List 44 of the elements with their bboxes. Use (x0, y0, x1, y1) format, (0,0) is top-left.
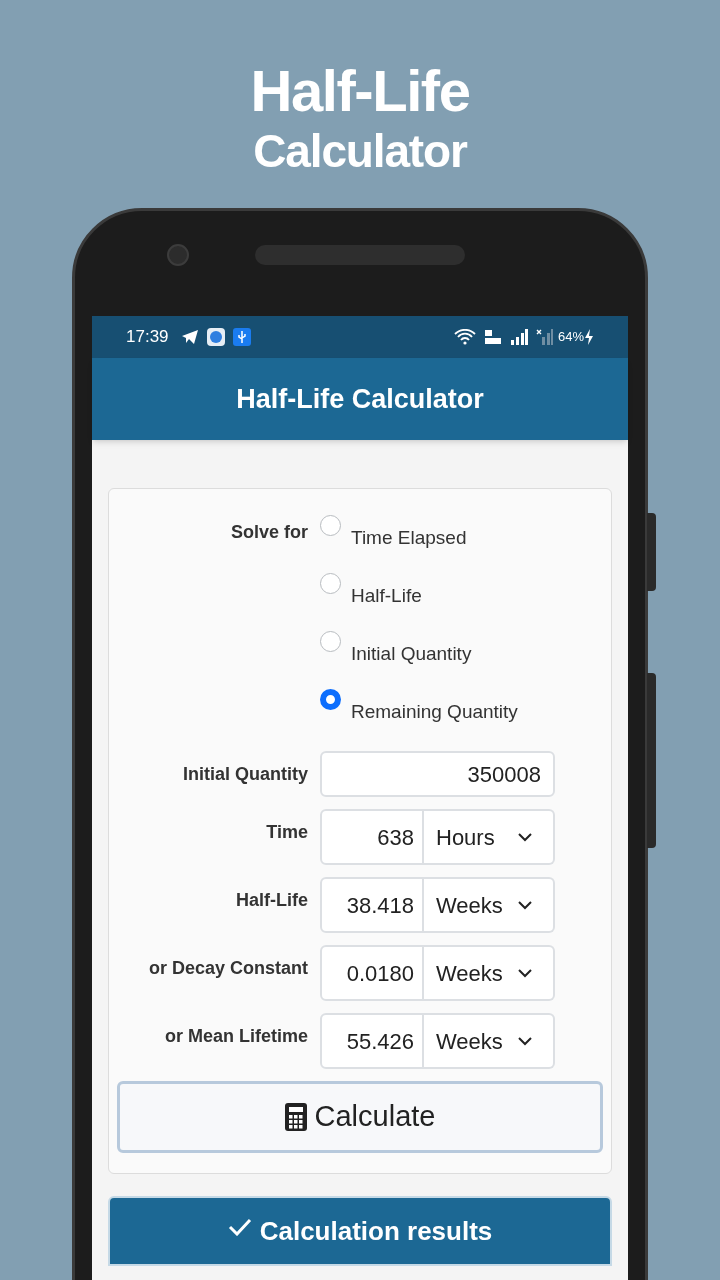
chevron-down-icon (517, 1036, 533, 1046)
paper-plane-icon (180, 329, 199, 345)
camera-icon (167, 244, 189, 266)
unit-dropdown[interactable]: Weeks (424, 877, 555, 933)
app-icon (206, 328, 225, 346)
field-label: or Mean Lifetime (164, 1026, 308, 1046)
field-label: Time (266, 822, 308, 842)
radio-button[interactable] (320, 515, 341, 536)
input-field[interactable]: 55.426 (320, 1013, 424, 1069)
input-field[interactable]: 350008 (320, 751, 555, 797)
unit-dropdown[interactable]: Weeks (424, 1013, 555, 1069)
calculator-icon (284, 1103, 307, 1131)
results-header[interactable]: Calculation results (108, 1196, 612, 1266)
signal-icon (509, 329, 528, 345)
promo-title: Half-Life (250, 58, 470, 124)
radio-button[interactable] (320, 631, 341, 652)
app-title: Half-Life Calculator (236, 382, 484, 416)
radio-button[interactable] (320, 573, 341, 594)
promo-subtitle: Calculator (253, 124, 467, 178)
field-label: Initial Quantity (183, 764, 308, 784)
check-icon (227, 1218, 252, 1236)
radio-label[interactable]: Remaining Quantity (351, 698, 518, 727)
input-field[interactable]: 638 (320, 809, 424, 865)
radio-label[interactable]: Half-Life (351, 582, 422, 611)
input-field[interactable]: 0.0180 (320, 945, 424, 1001)
field-label: Half-Life (236, 890, 308, 910)
radio-label[interactable]: Initial Quantity (351, 640, 472, 669)
radio-label[interactable]: Time Elapsed (351, 524, 467, 553)
calculate-button[interactable]: Calculate (117, 1081, 603, 1153)
charging-icon (584, 329, 594, 345)
unit-dropdown[interactable]: Weeks (424, 945, 555, 1001)
status-time: 17:39 (126, 326, 169, 349)
battery-percent: 64% (557, 328, 584, 347)
chevron-down-icon (517, 968, 533, 978)
unit-dropdown[interactable]: Hours (424, 809, 555, 865)
chevron-down-icon (517, 900, 533, 910)
input-field[interactable]: 38.418 (320, 877, 424, 933)
wifi-icon (453, 329, 476, 345)
field-label: or Decay Constant (148, 958, 308, 978)
signal-icon (535, 329, 554, 345)
chevron-down-icon (517, 832, 533, 842)
solve-for-label: Solve for (230, 522, 308, 542)
usb-icon (232, 328, 251, 346)
radio-button[interactable] (320, 689, 341, 710)
